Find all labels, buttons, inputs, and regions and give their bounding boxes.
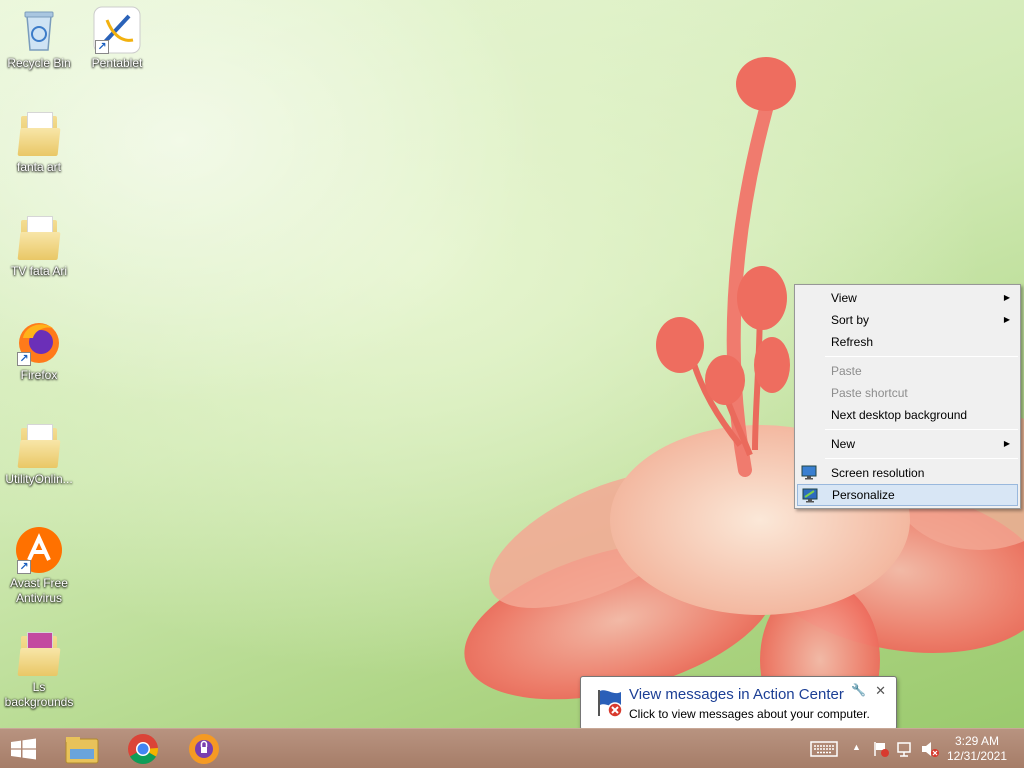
desktop-icon-firefox[interactable]: ↗ Firefox <box>0 318 78 383</box>
submenu-arrow-icon: ▶ <box>1003 315 1010 324</box>
desktop-icon-recycle-bin[interactable]: Recycle Bin <box>0 6 78 71</box>
menu-item-sort-by[interactable]: Sort by ▶ <box>797 309 1018 331</box>
desktop-icon-label: Firefox <box>20 368 58 382</box>
menu-item-new[interactable]: New ▶ <box>797 433 1018 455</box>
menu-item-paste[interactable]: Paste <box>797 360 1018 382</box>
clock-time: 3:29 AM <box>954 734 1000 748</box>
menu-item-refresh[interactable]: Refresh <box>797 331 1018 353</box>
shortcut-arrow-icon: ↗ <box>17 352 31 366</box>
network-icon <box>897 742 911 757</box>
chrome-icon <box>128 734 159 765</box>
firefox-icon: ↗ <box>15 318 63 366</box>
desktop-icon-pentablet[interactable]: ↗ Pentablet <box>78 6 156 71</box>
show-hidden-icons-chevron[interactable]: ▲ <box>852 742 861 758</box>
avast-icon: ↗ <box>15 526 63 574</box>
menu-item-next-desktop-background[interactable]: Next desktop background <box>797 404 1018 426</box>
balloon-title: View messages in Action Center <box>629 686 844 703</box>
desktop-icon-label: Recycle Bin <box>7 56 71 70</box>
clock-date: 12/31/2021 <box>946 749 1008 763</box>
shortcut-arrow-icon: ↗ <box>17 560 31 574</box>
submenu-arrow-icon: ▶ <box>1003 439 1010 448</box>
pin-icon[interactable]: 🔧 <box>851 683 866 697</box>
desktop-icon-label: Ls backgrounds <box>4 680 74 709</box>
action-center-flag-icon <box>598 690 623 718</box>
menu-item-personalize[interactable]: Personalize <box>797 484 1018 506</box>
desktop-icon-label: UtilityOnlin... <box>5 472 73 486</box>
desktop-icon-label: Pentablet <box>91 56 143 70</box>
windows-start-icon <box>11 738 36 760</box>
balloon-text: Click to view messages about your comput… <box>629 707 870 721</box>
desktop-icon-ls-backgrounds[interactable]: Ls backgrounds <box>0 630 78 710</box>
tray-clock[interactable]: 3:29 AM 12/31/2021 <box>944 734 1010 764</box>
desktop-icon-fanta-art[interactable]: fanta art <box>0 110 78 175</box>
menu-item-view[interactable]: View ▶ <box>797 287 1018 309</box>
folder-icon <box>15 630 63 678</box>
shortcut-arrow-icon: ↗ <box>95 40 109 54</box>
taskbar: ▲ 3:29 AM 12/31/2021 <box>0 728 1024 768</box>
pentablet-icon: ↗ <box>93 6 141 54</box>
file-explorer-icon <box>65 737 99 764</box>
avast-secure-browser-icon <box>189 734 219 764</box>
touch-keyboard-button[interactable] <box>810 740 838 757</box>
menu-item-paste-shortcut[interactable]: Paste shortcut <box>797 382 1018 404</box>
volume-tray-icon[interactable] <box>920 740 940 757</box>
desktop-icon-tv-fata-ari[interactable]: TV fata Ari <box>0 214 78 279</box>
taskbar-file-explorer[interactable] <box>52 729 112 768</box>
desktop-icon-avast[interactable]: ↗ Avast Free Antivirus <box>0 526 78 606</box>
menu-separator <box>825 356 1018 357</box>
monitor-icon <box>801 465 817 480</box>
desktop-context-menu: View ▶ Sort by ▶ Refresh Paste Paste sho… <box>794 284 1021 509</box>
folder-icon <box>15 422 63 470</box>
network-tray-icon[interactable] <box>896 740 916 757</box>
action-center-flag-icon <box>874 742 889 757</box>
desktop-icon-label: fanta art <box>16 160 62 174</box>
start-button[interactable] <box>0 729 48 768</box>
folder-icon <box>15 110 63 158</box>
taskbar-avast-secure-browser[interactable] <box>174 729 234 768</box>
menu-separator <box>825 429 1018 430</box>
submenu-arrow-icon: ▶ <box>1003 293 1010 302</box>
keyboard-icon <box>810 741 838 757</box>
taskbar-chrome[interactable] <box>113 729 173 768</box>
action-center-balloon[interactable]: View messages in Action Center Click to … <box>580 676 897 730</box>
desktop-icon-label: TV fata Ari <box>10 264 68 278</box>
recycle-bin-icon <box>15 6 63 54</box>
desktop-icon-utilityonline[interactable]: UtilityOnlin... <box>0 422 78 487</box>
menu-item-screen-resolution[interactable]: Screen resolution <box>797 462 1018 484</box>
volume-muted-icon <box>922 742 939 757</box>
close-icon[interactable]: ✕ <box>875 683 886 699</box>
desktop-icon-label: Avast Free Antivirus <box>10 576 68 605</box>
menu-separator <box>825 458 1018 459</box>
action-center-tray-icon[interactable] <box>872 740 890 757</box>
folder-icon <box>15 214 63 262</box>
personalize-icon <box>802 488 818 503</box>
